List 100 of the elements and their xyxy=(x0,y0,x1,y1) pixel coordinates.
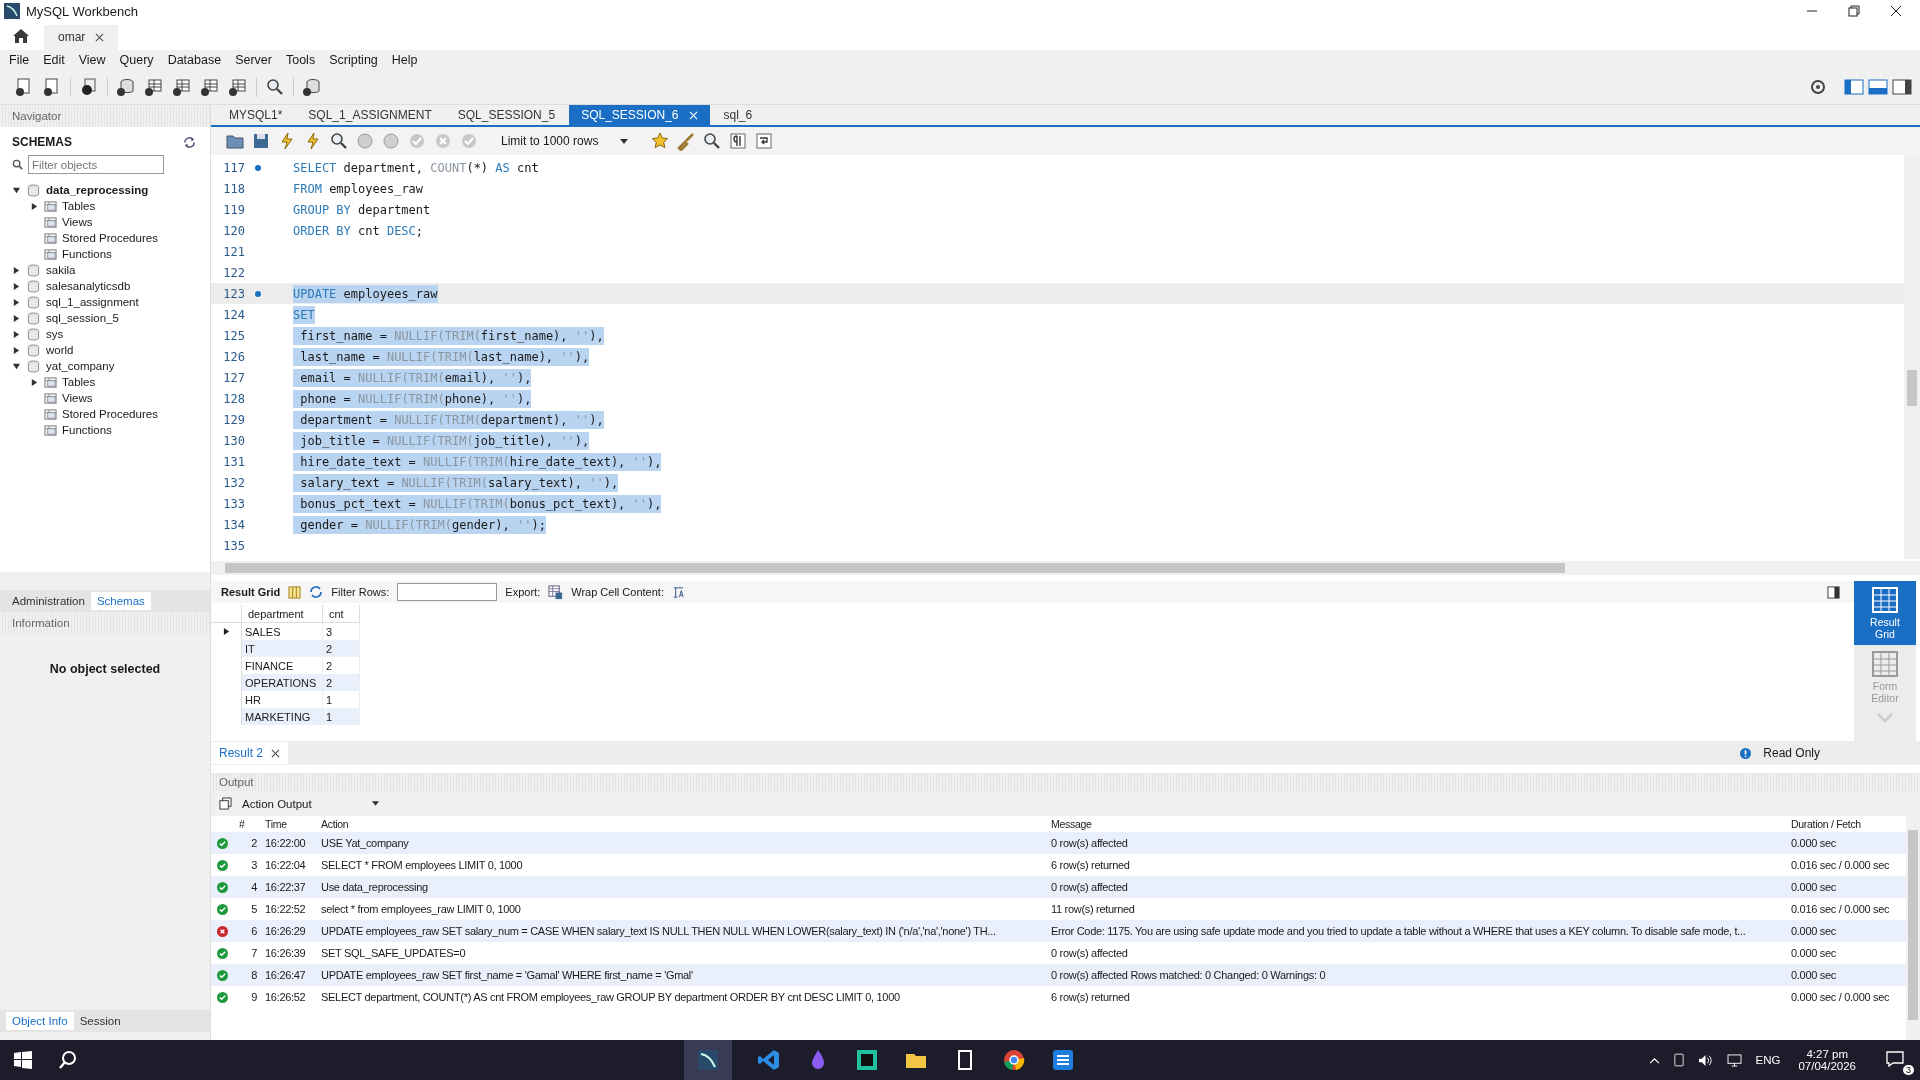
menu-item[interactable]: Help xyxy=(384,53,425,67)
horizontal-scrollbar[interactable] xyxy=(211,561,1920,575)
schema-item[interactable]: world xyxy=(46,344,74,356)
column-header[interactable]: Time xyxy=(261,818,317,830)
limit-dropdown[interactable]: Limit to 1000 rows xyxy=(493,134,637,148)
schema-item[interactable]: sakila xyxy=(46,264,76,276)
sidebar-toggle-icon[interactable] xyxy=(1844,79,1864,95)
filter-rows-field[interactable] xyxy=(397,583,498,601)
network-icon[interactable] xyxy=(1726,1053,1742,1067)
connection-tab[interactable]: omar xyxy=(44,25,119,50)
panel-toggle-icon[interactable] xyxy=(1892,79,1912,95)
folder-icon xyxy=(44,215,57,229)
menu-item[interactable]: Server xyxy=(228,53,279,67)
query-tab[interactable]: SQL_1_ASSIGNMENT xyxy=(296,105,444,125)
refresh-icon[interactable] xyxy=(183,135,196,149)
search-icon[interactable] xyxy=(58,1050,78,1070)
output-mode-dropdown[interactable]: Action Output xyxy=(242,797,379,810)
beautify-icon[interactable] xyxy=(676,131,697,151)
database-icon xyxy=(27,295,40,309)
expand-arrow-icon[interactable] xyxy=(12,297,21,307)
phone-icon[interactable] xyxy=(1673,1053,1684,1067)
filter-field[interactable]: Filter objects xyxy=(28,155,164,174)
column-header[interactable]: cnt xyxy=(322,605,360,623)
table-icon[interactable] xyxy=(144,77,164,97)
output-toggle-icon[interactable] xyxy=(1868,79,1888,95)
panel-tab[interactable]: Schemas xyxy=(90,592,151,610)
wrap-icon[interactable] xyxy=(754,131,775,151)
settings-icon[interactable] xyxy=(1810,79,1826,95)
export-icon[interactable] xyxy=(548,584,564,600)
expand-arrow-icon[interactable] xyxy=(30,377,39,387)
tree-item[interactable]: Stored Procedures xyxy=(62,408,158,420)
invisible-chars-icon[interactable] xyxy=(728,131,749,151)
table-cell-text: 6 row(s) returned xyxy=(1050,859,1131,871)
snippet-icon[interactable] xyxy=(650,131,671,151)
schema-item[interactable]: sql_1_assignment xyxy=(46,296,139,308)
tree-item[interactable]: Views xyxy=(62,216,93,228)
vertical-scrollbar[interactable] xyxy=(1904,155,1920,559)
panel-tab[interactable]: Object Info xyxy=(6,1012,74,1030)
expand-arrow-icon[interactable] xyxy=(12,185,21,195)
expand-arrow-icon[interactable] xyxy=(12,329,21,339)
column-header[interactable]: # xyxy=(233,818,261,830)
line-number: 118 xyxy=(222,181,245,196)
panel-tab[interactable]: Administration xyxy=(6,592,91,610)
expand-arrow-icon[interactable] xyxy=(12,361,21,371)
close-tab-icon[interactable] xyxy=(95,32,105,42)
wrap-text-icon[interactable] xyxy=(671,585,685,599)
query-tab[interactable]: SQL_SESSION_5 xyxy=(445,105,568,125)
menu-item[interactable]: Tools xyxy=(278,53,323,67)
menu-item[interactable]: Edit xyxy=(36,53,72,67)
query-tab[interactable]: SQL_SESSION_6 xyxy=(569,105,710,125)
tree-item[interactable]: Views xyxy=(62,392,93,404)
schema-item[interactable]: data_reprocessing xyxy=(46,184,149,196)
tree-item[interactable]: Tables xyxy=(62,376,96,388)
schema-item[interactable]: sql_session_5 xyxy=(46,312,119,324)
panel-tab[interactable]: Session xyxy=(73,1012,127,1030)
menu-item[interactable]: Query xyxy=(112,53,161,67)
language-indicator[interactable]: ENG xyxy=(1755,1054,1781,1066)
clock[interactable]: 4:27 pm 07/04/2026 xyxy=(1798,1048,1856,1072)
column-header[interactable]: Message xyxy=(1047,818,1787,830)
expand-arrow-icon[interactable] xyxy=(12,281,21,291)
tree-item[interactable]: Stored Procedures xyxy=(62,232,158,244)
column-header[interactable]: Action xyxy=(317,818,1047,830)
close-icon[interactable] xyxy=(1890,5,1902,17)
refresh-icon[interactable] xyxy=(309,585,324,599)
menu-item[interactable]: Database xyxy=(160,53,229,67)
volume-icon[interactable] xyxy=(1697,1053,1713,1067)
explain-icon[interactable] xyxy=(329,131,349,151)
panel-toggle-icon[interactable] xyxy=(1827,585,1840,599)
copy-icon[interactable] xyxy=(219,797,232,810)
start-icon[interactable] xyxy=(14,1051,32,1069)
result-tab[interactable]: Result 2 xyxy=(211,742,289,764)
schema-item[interactable]: yat_company xyxy=(46,360,115,372)
query-tab[interactable]: MYSQL1* xyxy=(217,105,295,125)
menu-item[interactable]: View xyxy=(71,53,113,67)
vertical-scrollbar[interactable] xyxy=(1906,816,1920,1040)
tree-item[interactable]: Functions xyxy=(62,248,112,260)
close-tab-icon[interactable] xyxy=(271,748,281,758)
column-header[interactable]: department xyxy=(241,605,323,623)
database-icon[interactable] xyxy=(116,77,136,97)
view-switch-button[interactable]: Result Grid xyxy=(1854,581,1916,645)
query-tab[interactable]: sql_6 xyxy=(711,105,765,125)
restore-icon[interactable] xyxy=(1848,5,1860,17)
grid-icon[interactable] xyxy=(288,585,302,599)
schema-item[interactable]: salesanalyticsdb xyxy=(46,280,131,292)
menu-item[interactable]: File xyxy=(2,53,37,67)
schema-item[interactable]: sys xyxy=(46,328,64,340)
chevron-up-icon[interactable] xyxy=(1648,1056,1660,1064)
save-icon[interactable] xyxy=(251,131,271,151)
expand-arrow-icon[interactable] xyxy=(12,265,21,275)
expand-arrow-icon[interactable] xyxy=(30,201,39,211)
tree-item[interactable]: Functions xyxy=(62,424,112,436)
column-header[interactable]: Duration / Fetch xyxy=(1787,818,1901,830)
inspector-icon[interactable] xyxy=(265,77,285,97)
table-cell-text: 16:22:00 xyxy=(264,837,307,849)
expand-arrow-icon[interactable] xyxy=(12,345,21,355)
expand-arrow-icon[interactable] xyxy=(12,313,21,323)
home-icon[interactable] xyxy=(12,27,30,45)
line-number: 131 xyxy=(222,454,245,469)
tree-item[interactable]: Tables xyxy=(62,200,96,212)
menu-item[interactable]: Scripting xyxy=(322,53,385,67)
